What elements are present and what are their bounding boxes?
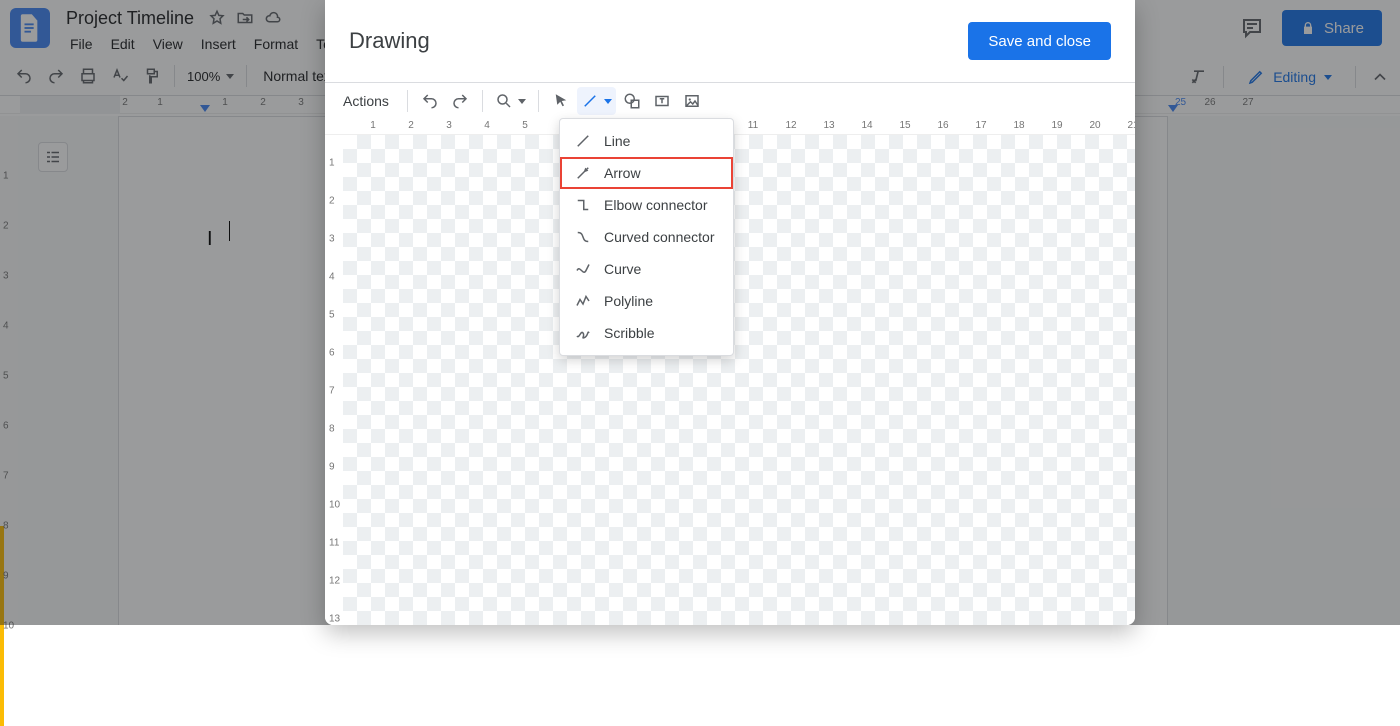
line-type-menu: Line Arrow Elbow connector Curved connector… [559,118,734,356]
select-tool-icon[interactable] [547,87,575,115]
curve-icon [574,260,592,278]
drawing-redo-icon[interactable] [446,87,474,115]
line-icon [574,132,592,150]
scribble-icon [574,324,592,342]
drawing-vertical-ruler: 12345678910111213 [325,135,343,625]
line-menu-label: Elbow connector [604,197,708,213]
arrow-icon [574,164,592,182]
line-menu-label: Polyline [604,293,653,309]
line-menu-item-arrow[interactable]: Arrow [560,157,733,189]
image-tool-icon[interactable] [678,87,706,115]
line-menu-label: Curved connector [604,229,715,245]
polyline-icon [574,292,592,310]
dialog-title: Drawing [349,28,430,54]
line-menu-label: Arrow [604,165,641,181]
save-and-close-button[interactable]: Save and close [968,22,1111,60]
textbox-tool-icon[interactable] [648,87,676,115]
drawing-canvas[interactable] [343,135,1135,625]
line-menu-item-line[interactable]: Line [560,125,733,157]
drawing-dialog: Drawing Save and close Actions 123456789… [325,0,1135,625]
drawing-undo-icon[interactable] [416,87,444,115]
dialog-header: Drawing Save and close [325,0,1135,82]
line-menu-item-elbow[interactable]: Elbow connector [560,189,733,221]
line-menu-item-scribble[interactable]: Scribble [560,317,733,349]
drawing-zoom-dropdown[interactable] [491,87,530,115]
line-menu-item-curve[interactable]: Curve [560,253,733,285]
actions-menu[interactable]: Actions [333,93,399,109]
line-menu-item-curved[interactable]: Curved connector [560,221,733,253]
elbow-icon [574,196,592,214]
line-tool-dropdown[interactable] [577,87,616,115]
line-menu-item-polyline[interactable]: Polyline [560,285,733,317]
curved-icon [574,228,592,246]
drawing-toolbar: Actions [325,83,1135,119]
shape-tool-icon[interactable] [618,87,646,115]
line-menu-label: Scribble [604,325,655,341]
line-menu-label: Line [604,133,630,149]
line-menu-label: Curve [604,261,641,277]
